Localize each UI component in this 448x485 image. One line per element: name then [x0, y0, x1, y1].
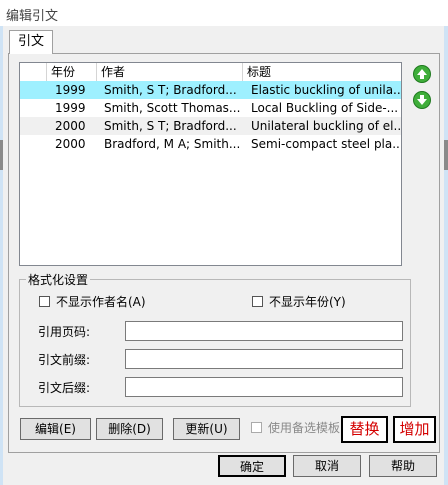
cell-title: Unilateral buckling of el... — [251, 119, 401, 133]
page-number-label: 引用页码: — [38, 325, 91, 339]
update-button[interactable]: 更新(U) — [173, 418, 240, 440]
cell-author: Smith, S T; Bradford... — [104, 83, 237, 97]
edit-button[interactable]: 编辑(E) — [20, 418, 91, 440]
prefix-label: 引文前缀: — [38, 353, 91, 367]
tab-citation[interactable]: 引文 — [9, 30, 53, 54]
table-row[interactable]: 1999 Smith, S T; Bradford... Elastic buc… — [20, 81, 401, 99]
page-number-field[interactable] — [125, 321, 403, 341]
table-row[interactable]: 1999 Smith, Scott Thomas... Local Buckli… — [20, 99, 401, 117]
ok-button[interactable]: 确定 — [218, 455, 286, 477]
cell-title: Semi-compact steel pla... — [251, 137, 401, 151]
cell-author: Smith, S T; Bradford... — [104, 119, 237, 133]
help-button[interactable]: 帮助 — [369, 455, 437, 477]
cell-year: 1999 — [55, 101, 86, 115]
hide-author-label[interactable]: 不显示作者名(A) — [56, 293, 146, 310]
cell-year: 2000 — [55, 137, 86, 151]
background-edge-right — [444, 140, 448, 170]
cell-author: Bradford, M A; Smith... — [104, 137, 241, 151]
citation-list[interactable]: 年份 作者 标题 1999 Smith, S T; Bradford... El… — [19, 62, 402, 266]
suffix-field[interactable] — [125, 377, 403, 397]
title-bar — [0, 0, 448, 26]
cell-year: 1999 — [55, 83, 86, 97]
delete-button[interactable]: 删除(D) — [96, 418, 163, 440]
replace-button[interactable]: 替换 — [341, 416, 388, 443]
background-edge-left — [0, 140, 3, 170]
cell-title: Elastic buckling of unila... — [251, 83, 401, 97]
window-edge-left — [0, 26, 3, 485]
format-settings-legend: 格式化设置 — [26, 271, 91, 288]
cell-author: Smith, Scott Thomas... — [104, 101, 241, 115]
header-spacer — [20, 63, 47, 81]
use-template-checkbox[interactable] — [251, 422, 262, 433]
hide-year-checkbox[interactable] — [252, 296, 263, 307]
hide-year-label[interactable]: 不显示年份(Y) — [269, 293, 346, 310]
hide-author-checkbox[interactable] — [39, 296, 50, 307]
suffix-label: 引文后缀: — [38, 381, 91, 395]
column-header-year[interactable]: 年份 — [47, 63, 97, 81]
table-row[interactable]: 2000 Bradford, M A; Smith... Semi-compac… — [20, 135, 401, 153]
arrow-up-circle-icon[interactable] — [413, 65, 431, 83]
use-template-label[interactable]: 使用备选模板 — [268, 419, 342, 436]
cell-year: 2000 — [55, 119, 86, 133]
cancel-button[interactable]: 取消 — [293, 455, 361, 477]
window-edge-right — [444, 26, 448, 485]
add-button[interactable]: 增加 — [393, 416, 436, 443]
table-row[interactable]: 2000 Smith, S T; Bradford... Unilateral … — [20, 117, 401, 135]
prefix-field[interactable] — [125, 349, 403, 369]
column-header-author[interactable]: 作者 — [97, 63, 243, 81]
window-title: 编辑引文 — [6, 9, 59, 24]
cell-title: Local Buckling of Side-... — [251, 101, 399, 115]
list-header: 年份 作者 标题 — [20, 63, 401, 81]
arrow-down-circle-icon[interactable] — [413, 91, 431, 109]
column-header-title[interactable]: 标题 — [243, 63, 401, 81]
